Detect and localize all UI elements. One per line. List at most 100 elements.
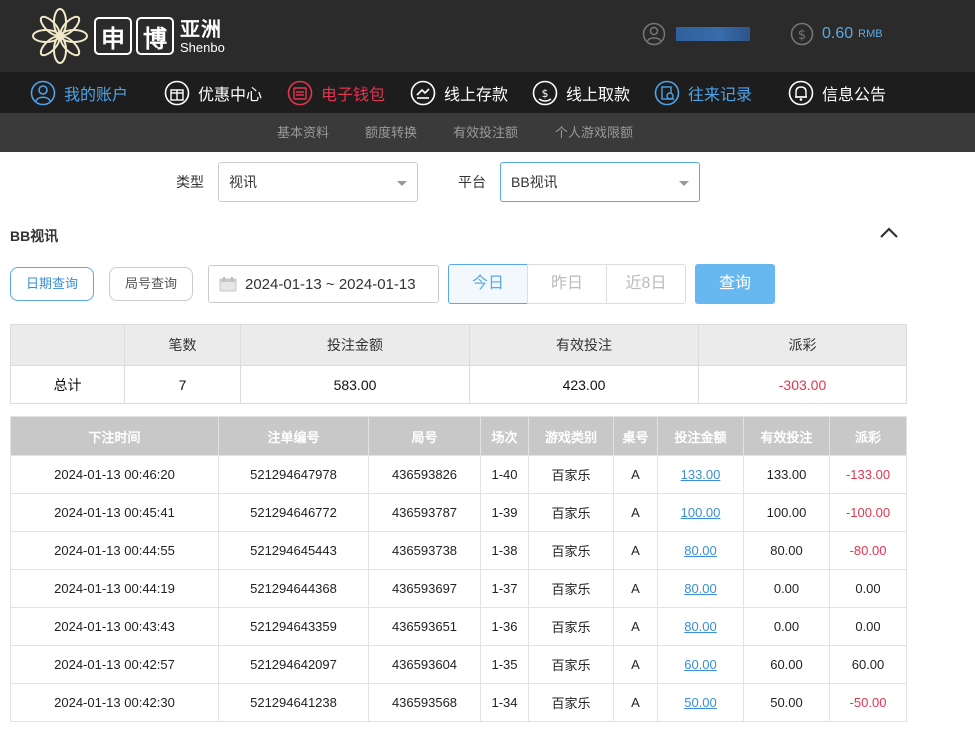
- balance-currency: RMB: [858, 28, 883, 40]
- type-select[interactable]: 视讯: [218, 162, 418, 202]
- nav-withdraw[interactable]: $ 线上取款: [532, 72, 630, 113]
- header-valid-bet: 有效投注: [743, 416, 830, 456]
- bet-amount-link[interactable]: 50.00: [684, 695, 717, 710]
- brand-logo[interactable]: 申 博 亚洲 Shenbo: [30, 4, 225, 68]
- session: 1-35: [480, 645, 529, 684]
- subnav-transfer[interactable]: 额度转换: [365, 113, 417, 152]
- table-no: A: [613, 569, 658, 608]
- order-id: 521294647978: [218, 455, 369, 494]
- logo-char-1: 申: [94, 17, 132, 55]
- section-title: BB视讯: [10, 228, 59, 244]
- header-table-no: 桌号: [613, 416, 658, 456]
- payout: 0.00: [829, 569, 907, 608]
- bet-detail-table: 下注时间 注单编号 局号 场次 游戏类别 桌号 投注金额 有效投注 派彩 202…: [10, 416, 907, 722]
- valid-bet: 80.00: [743, 531, 830, 570]
- nav-e-wallet[interactable]: 电子钱包: [287, 72, 385, 113]
- summary-header-blank: [10, 324, 125, 366]
- subnav-valid-bets[interactable]: 有效投注额: [453, 113, 518, 152]
- chevron-down-icon: [679, 181, 689, 186]
- header-payout: 派彩: [829, 416, 907, 456]
- header-bet-amount: 投注金额: [657, 416, 744, 456]
- dollar-icon: $: [790, 22, 814, 46]
- table-row: 2024-01-13 00:43:43 521294643359 4365936…: [10, 607, 907, 646]
- bet-time: 2024-01-13 00:44:19: [10, 569, 219, 608]
- valid-bet: 60.00: [743, 645, 830, 684]
- game-type: 百家乐: [528, 569, 614, 608]
- valid-bet: 50.00: [743, 683, 830, 722]
- summary-header-valid: 有效投注: [469, 324, 699, 366]
- user-icon: [642, 22, 666, 46]
- payout: -133.00: [829, 455, 907, 494]
- table-row: 2024-01-13 00:45:41 521294646772 4365937…: [10, 493, 907, 532]
- nav-announcements[interactable]: 信息公告: [788, 72, 886, 113]
- date-query-tab[interactable]: 日期查询: [10, 267, 94, 301]
- bet-amount-link[interactable]: 80.00: [684, 543, 717, 558]
- platform-label: 平台: [458, 174, 486, 190]
- table-row: 2024-01-13 00:42:30 521294641238 4365935…: [10, 683, 907, 722]
- round-id: 436593568: [368, 683, 481, 722]
- subnav-basic-info[interactable]: 基本资料: [277, 113, 329, 152]
- svg-text:$: $: [798, 28, 806, 43]
- payout: 60.00: [829, 645, 907, 684]
- valid-bet: 100.00: [743, 493, 830, 532]
- nav-promotions[interactable]: 优惠中心: [164, 72, 262, 113]
- bet-amount-link[interactable]: 80.00: [684, 581, 717, 596]
- summary-total-label: 总计: [10, 365, 125, 404]
- order-id: 521294646772: [218, 493, 369, 532]
- chevron-up-icon[interactable]: [878, 224, 900, 242]
- round-query-tab[interactable]: 局号查询: [109, 267, 193, 301]
- deposit-icon: [410, 80, 436, 105]
- session: 1-40: [480, 455, 529, 494]
- session: 1-39: [480, 493, 529, 532]
- today-button[interactable]: 今日: [448, 264, 528, 304]
- summary-header-bet: 投注金额: [240, 324, 470, 366]
- table-row: 2024-01-13 00:44:19 521294644368 4365936…: [10, 569, 907, 608]
- header-bet-time: 下注时间: [10, 416, 219, 456]
- bet-time: 2024-01-13 00:42:30: [10, 683, 219, 722]
- bet-amount-link[interactable]: 80.00: [684, 619, 717, 634]
- gift-icon: [164, 80, 190, 105]
- nav-records[interactable]: 往来记录: [654, 72, 752, 113]
- order-id: 521294645443: [218, 531, 369, 570]
- game-type: 百家乐: [528, 645, 614, 684]
- header-round-id: 局号: [368, 416, 481, 456]
- nav-label: 信息公告: [822, 86, 887, 104]
- game-type: 百家乐: [528, 493, 614, 532]
- session: 1-36: [480, 607, 529, 646]
- header-bar: 申 博 亚洲 Shenbo $ 0.60 RMB: [0, 0, 975, 72]
- bet-time: 2024-01-13 00:44:55: [10, 531, 219, 570]
- bet-amount-link[interactable]: 100.00: [681, 505, 721, 520]
- bet-amount-link[interactable]: 60.00: [684, 657, 717, 672]
- date-range-picker[interactable]: 2024-01-13 ~ 2024-01-13: [208, 265, 439, 303]
- subnav-game-limits[interactable]: 个人游戏限额: [555, 113, 633, 152]
- table-row: 2024-01-13 00:46:20 521294647978 4365938…: [10, 455, 907, 494]
- platform-select[interactable]: BB视讯: [500, 162, 700, 202]
- user-info[interactable]: [642, 22, 750, 46]
- detail-header-row: 下注时间 注单编号 局号 场次 游戏类别 桌号 投注金额 有效投注 派彩: [10, 416, 907, 456]
- logo-char-2: 博: [136, 17, 174, 55]
- table-no: A: [613, 645, 658, 684]
- user-circle-icon: [30, 80, 56, 105]
- game-type: 百家乐: [528, 531, 614, 570]
- game-type: 百家乐: [528, 455, 614, 494]
- table-no: A: [613, 493, 658, 532]
- balance-amount: 0.60: [822, 25, 854, 42]
- payout: -100.00: [829, 493, 907, 532]
- summary-header-count: 笔数: [124, 324, 241, 366]
- query-button[interactable]: 查询: [695, 264, 775, 304]
- nav-deposit[interactable]: 线上存款: [410, 72, 508, 113]
- logo-en-text: Shenbo: [180, 39, 225, 55]
- nav-label: 我的账户: [64, 86, 129, 104]
- session: 1-34: [480, 683, 529, 722]
- bet-time: 2024-01-13 00:43:43: [10, 607, 219, 646]
- yesterday-button[interactable]: 昨日: [527, 264, 607, 304]
- nav-my-account[interactable]: 我的账户: [30, 72, 128, 113]
- last-8-days-button[interactable]: 近8日: [606, 264, 686, 304]
- bet-amount-link[interactable]: 133.00: [681, 467, 721, 482]
- order-id: 521294642097: [218, 645, 369, 684]
- wallet-icon: [287, 80, 313, 105]
- round-id: 436593787: [368, 493, 481, 532]
- records-icon: [654, 80, 680, 105]
- summary-header-row: 笔数 投注金额 有效投注 派彩: [10, 324, 907, 366]
- type-label: 类型: [176, 174, 204, 190]
